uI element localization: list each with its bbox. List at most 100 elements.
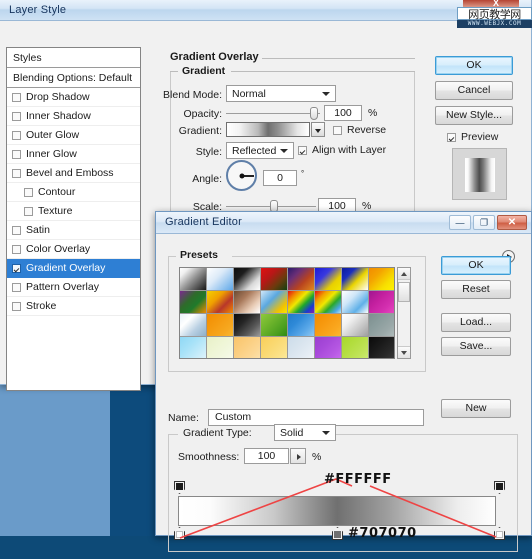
style-item-checkbox[interactable]: [24, 187, 33, 197]
preset-swatch[interactable]: [315, 291, 342, 314]
style-item-stroke[interactable]: Stroke: [7, 297, 140, 316]
angle-dial[interactable]: [226, 160, 257, 191]
style-item-satin[interactable]: Satin: [7, 221, 140, 240]
gradient-reset-button[interactable]: Reset: [441, 280, 511, 299]
align-with-layer-checkbox-box[interactable]: [298, 145, 307, 155]
styles-list[interactable]: Styles Blending Options: Default Drop Sh…: [6, 47, 141, 391]
preset-swatch[interactable]: [207, 337, 234, 358]
gradient-new-button[interactable]: New: [441, 399, 511, 418]
style-item-checkbox[interactable]: [12, 130, 21, 140]
preset-swatch[interactable]: [369, 291, 394, 314]
opacity-input[interactable]: 100: [324, 105, 362, 121]
preset-swatch[interactable]: [180, 291, 207, 314]
gradient-picker-button[interactable]: [311, 122, 325, 137]
style-item-checkbox[interactable]: [12, 282, 21, 292]
gradient-save-button[interactable]: Save...: [441, 337, 511, 356]
style-item-gradient-overlay[interactable]: Gradient Overlay: [7, 259, 140, 278]
preset-swatch[interactable]: [369, 314, 394, 337]
smoothness-stepper[interactable]: [290, 448, 306, 464]
preset-swatch[interactable]: [261, 314, 288, 337]
preset-swatch[interactable]: [180, 337, 207, 358]
gradient-strip[interactable]: [178, 496, 496, 526]
reverse-checkbox-box[interactable]: [333, 125, 342, 135]
preset-swatch[interactable]: [315, 314, 342, 337]
maximize-icon[interactable]: ❐: [473, 215, 495, 230]
gradient-style-select[interactable]: Reflected: [226, 142, 294, 159]
blending-options-item[interactable]: Blending Options: Default: [7, 68, 140, 88]
style-item-contour[interactable]: Contour: [7, 183, 140, 202]
style-item-checkbox[interactable]: [24, 206, 33, 216]
preset-swatch[interactable]: [207, 314, 234, 337]
preset-swatch[interactable]: [261, 268, 288, 291]
preset-swatch[interactable]: [180, 268, 207, 291]
preset-swatch[interactable]: [288, 291, 315, 314]
preset-swatch[interactable]: [234, 268, 261, 291]
preset-swatch[interactable]: [207, 268, 234, 291]
preset-swatch[interactable]: [315, 337, 342, 358]
style-item-texture[interactable]: Texture: [7, 202, 140, 221]
color-stop-right[interactable]: [494, 527, 505, 540]
gradient-ok-button[interactable]: OK: [441, 256, 511, 275]
preset-swatch[interactable]: [369, 337, 394, 358]
preset-swatch[interactable]: [234, 314, 261, 337]
opacity-stop-right[interactable]: [494, 481, 505, 494]
style-item-outer-glow[interactable]: Outer Glow: [7, 126, 140, 145]
style-item-drop-shadow[interactable]: Drop Shadow: [7, 88, 140, 107]
preset-swatch[interactable]: [234, 291, 261, 314]
blend-mode-select[interactable]: Normal: [226, 85, 336, 102]
preset-swatch[interactable]: [261, 291, 288, 314]
color-stop-mid[interactable]: [332, 527, 343, 540]
gradient-editor-titlebar[interactable]: Gradient Editor — ❐ ✕: [156, 212, 531, 234]
style-item-checkbox[interactable]: [12, 225, 21, 235]
preset-swatch[interactable]: [234, 337, 261, 358]
presets-scrollbar[interactable]: [397, 267, 411, 359]
preset-swatch[interactable]: [342, 268, 369, 291]
style-item-bevel-and-emboss[interactable]: Bevel and Emboss: [7, 164, 140, 183]
style-item-checkbox[interactable]: [12, 168, 21, 178]
style-item-checkbox[interactable]: [12, 263, 21, 273]
opacity-slider-knob[interactable]: [310, 107, 318, 120]
preset-swatch[interactable]: [369, 268, 394, 291]
style-item-checkbox[interactable]: [12, 244, 21, 254]
preset-swatch[interactable]: [207, 291, 234, 314]
align-with-layer-checkbox[interactable]: Align with Layer: [298, 144, 386, 156]
styles-list-header[interactable]: Styles: [7, 48, 140, 68]
gradient-load-button[interactable]: Load...: [441, 313, 511, 332]
scroll-down-icon[interactable]: [398, 346, 410, 358]
scrollbar-thumb[interactable]: [398, 282, 410, 302]
reverse-checkbox[interactable]: Reverse: [333, 124, 386, 136]
style-item-checkbox[interactable]: [12, 111, 21, 121]
preset-swatch[interactable]: [288, 314, 315, 337]
style-item-checkbox[interactable]: [12, 92, 21, 102]
style-item-pattern-overlay[interactable]: Pattern Overlay: [7, 278, 140, 297]
preset-swatch[interactable]: [342, 291, 369, 314]
smoothness-input[interactable]: 100: [244, 448, 289, 464]
preset-swatch[interactable]: [342, 314, 369, 337]
new-style-button[interactable]: New Style...: [435, 106, 513, 125]
close-icon[interactable]: ✕: [497, 215, 527, 230]
presets-swatch-area[interactable]: [179, 267, 395, 359]
style-item-checkbox[interactable]: [12, 149, 21, 159]
gradient-swatch[interactable]: [226, 122, 310, 137]
ok-button[interactable]: OK: [435, 56, 513, 75]
preset-swatch[interactable]: [315, 268, 342, 291]
preview-checkbox[interactable]: Preview: [447, 131, 498, 143]
style-item-inner-shadow[interactable]: Inner Shadow: [7, 107, 140, 126]
layer-style-titlebar[interactable]: Layer Style: [0, 0, 531, 21]
preview-checkbox-box[interactable]: [447, 132, 456, 142]
preset-swatch[interactable]: [288, 337, 315, 358]
gradient-type-select[interactable]: Solid: [274, 424, 336, 441]
style-item-inner-glow[interactable]: Inner Glow: [7, 145, 140, 164]
style-item-color-overlay[interactable]: Color Overlay: [7, 240, 140, 259]
preset-swatch[interactable]: [261, 337, 288, 358]
angle-input[interactable]: 0: [263, 170, 297, 186]
minimize-icon[interactable]: —: [449, 215, 471, 230]
opacity-stop-left[interactable]: [174, 481, 185, 494]
preset-swatch[interactable]: [288, 268, 315, 291]
color-stop-left[interactable]: [174, 527, 185, 540]
preset-swatch[interactable]: [342, 337, 369, 358]
style-item-checkbox[interactable]: [12, 301, 21, 311]
cancel-button[interactable]: Cancel: [435, 81, 513, 100]
preset-swatch[interactable]: [180, 314, 207, 337]
opacity-slider[interactable]: [226, 105, 320, 122]
